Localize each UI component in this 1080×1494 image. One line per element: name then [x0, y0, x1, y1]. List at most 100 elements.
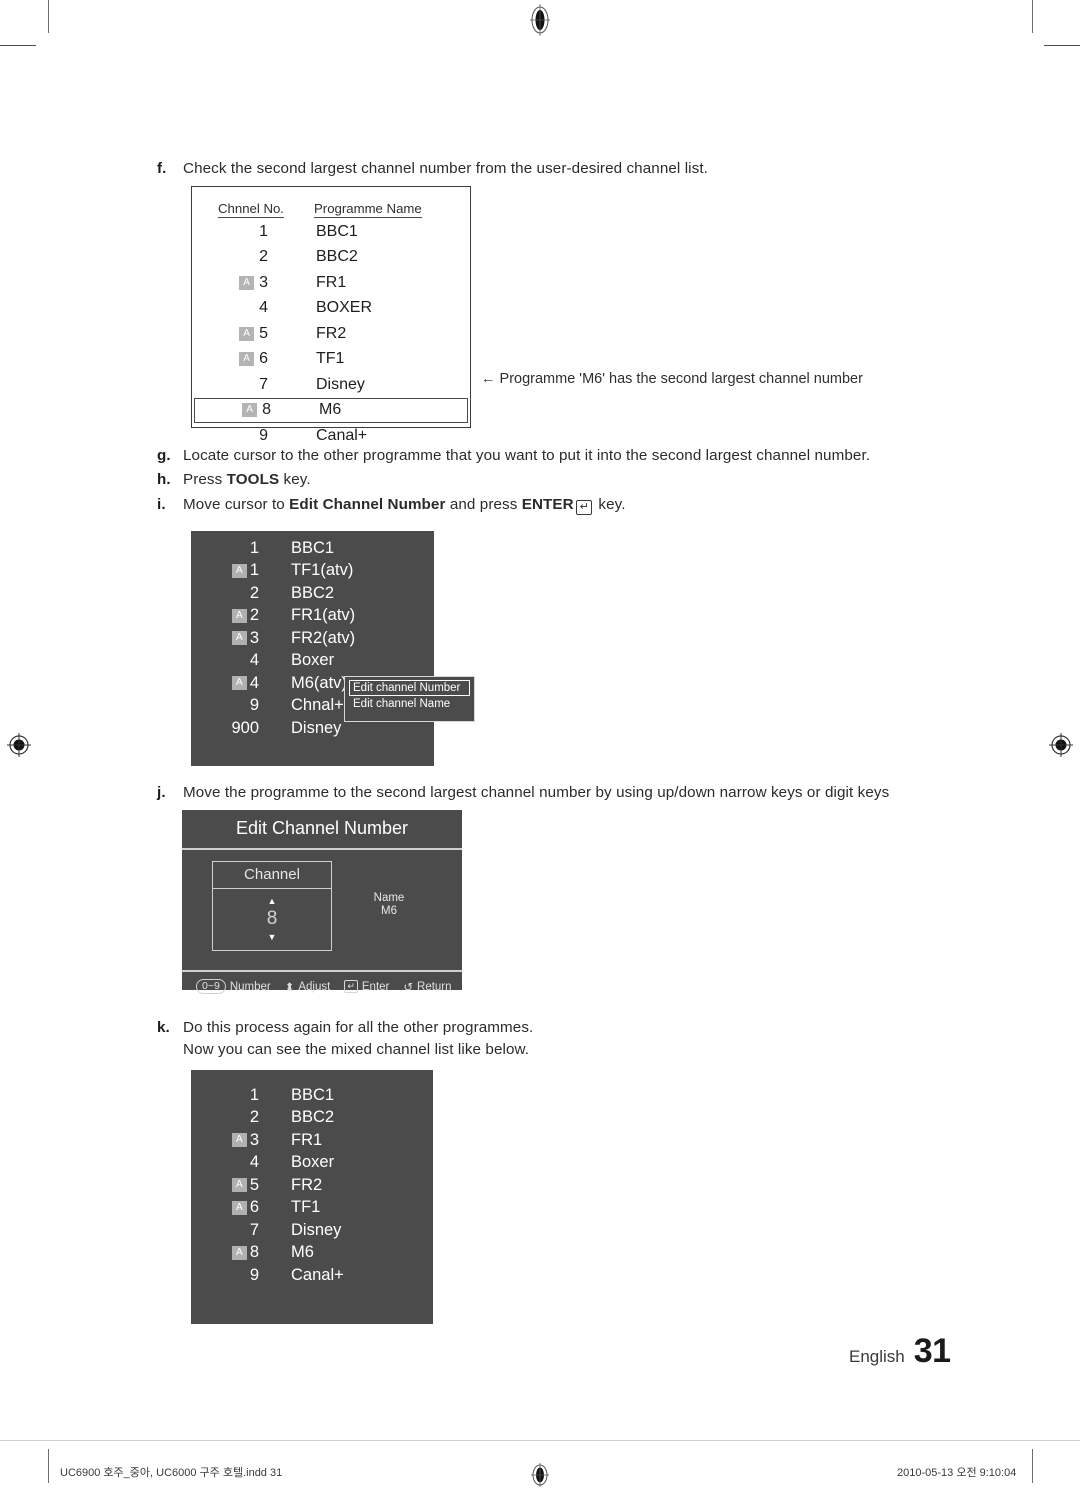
list-item[interactable]: 1 BBC1 [191, 1084, 433, 1107]
annotation-m6: ← Programme 'M6' has the second largest … [481, 371, 863, 387]
channel-number: 9 [249, 1265, 259, 1284]
analogue-badge-icon: A [231, 1133, 247, 1148]
step-j: j. Move the programme to the second larg… [157, 782, 947, 804]
crop-mark-top-right [1032, 0, 1033, 33]
hint-return-label: Return [417, 980, 452, 993]
analogue-badge-icon: A [231, 676, 247, 691]
cell-channel-no: 2 [192, 248, 310, 266]
cell-channel-no: A8 [191, 1243, 263, 1262]
channel-number-value[interactable]: 8 [213, 907, 331, 931]
page-number: 31 [913, 1332, 951, 1370]
enter-key-icon: ↵ [575, 500, 593, 515]
list-item[interactable]: A 1 TF1(atv) [191, 560, 434, 583]
cell-programme-name: FR2 [316, 324, 347, 342]
spinner-down-arrow-icon[interactable]: ▼ [213, 931, 331, 943]
enter-key-icon-footer: ↵ [344, 980, 358, 993]
cell-channel-no: 4 [191, 1153, 263, 1172]
channel-number: 3 [259, 273, 268, 291]
cell-programme-name: BBC2 [291, 583, 335, 602]
badge-spacer [232, 1111, 247, 1125]
cell-programme-name: BBC1 [291, 1085, 335, 1104]
list-item[interactable]: A 6 TF1 [191, 1197, 433, 1220]
list-item[interactable]: A 5 FR2 [191, 1174, 433, 1197]
spinner-up-arrow-icon[interactable]: ▲ [213, 895, 331, 907]
badge-spacer [213, 721, 228, 735]
cell-programme-name: FR2(atv) [291, 628, 356, 647]
cell-programme-name: FR1 [291, 1130, 323, 1149]
imprint-rule [0, 1440, 1080, 1441]
channel-number: 2 [259, 248, 268, 266]
step-h-marker: h. [157, 471, 171, 488]
step-h-text: Press TOOLS key. [183, 469, 311, 491]
list-item[interactable]: 1 BBC1 [191, 537, 434, 560]
list-item[interactable]: 2 BBC2 [191, 582, 434, 605]
context-menu-items: Edit channel Number Edit channel Name [349, 680, 470, 712]
step-h-text-after: key. [279, 471, 311, 488]
edit-channel-number-label: Edit Channel Number [289, 496, 446, 513]
analogue-badge-icon: A [231, 563, 247, 578]
channel-number: 900 [231, 718, 259, 737]
channel-spinner[interactable]: Channel ▲ 8 ▼ [212, 861, 332, 951]
cell-programme-name: M6 [319, 401, 342, 419]
list-item[interactable]: 4 Boxer [191, 650, 434, 673]
cell-channel-no: A2 [191, 606, 263, 625]
channel-number: 4 [249, 651, 259, 670]
hint-enter-label: Enter [361, 980, 390, 993]
cell-channel-no: A6 [191, 1198, 263, 1217]
channel-spinner-control[interactable]: ▲ 8 ▼ [213, 889, 331, 950]
cell-programme-name: BBC2 [316, 248, 358, 266]
channel-number: 4 [249, 1153, 259, 1172]
badge-spacer [232, 654, 247, 668]
step-i-marker: i. [157, 496, 166, 513]
registration-target-top [530, 4, 550, 36]
badge-spacer [239, 378, 254, 392]
hint-enter: ↵ Enter [344, 980, 389, 993]
channel-number: 3 [249, 628, 259, 647]
crop-mark-bottom-right [1032, 1449, 1033, 1483]
channel-number: 8 [262, 401, 271, 419]
cell-programme-name: M6 [291, 1243, 314, 1262]
hint-return: ↺ Return [403, 980, 451, 994]
menu-item[interactable]: Edit channel Name [349, 696, 470, 712]
table-row: A 6 TF1 [192, 347, 470, 373]
hint-number: 0~9 Number [196, 979, 271, 994]
badge-spacer [232, 1088, 247, 1102]
channel-number: 8 [249, 1243, 259, 1262]
step-k-text: Do this process again for all the other … [183, 1019, 534, 1058]
list-item[interactable]: A 3 FR2(atv) [191, 627, 434, 650]
cell-programme-name: TF1 [291, 1198, 321, 1217]
enter-key-label: ENTER [521, 496, 574, 513]
list-item[interactable]: 9 Canal+ [191, 1264, 433, 1287]
list-item[interactable]: 7 Disney [191, 1219, 433, 1242]
tools-context-menu[interactable]: Edit channel Number Edit channel Name [344, 676, 475, 722]
list-item[interactable]: A 3 FR1 [191, 1129, 433, 1152]
crop-mark-bottom-left [48, 1449, 49, 1483]
step-i-text-mid: and press [445, 496, 522, 513]
list-item[interactable]: 4 Boxer [191, 1152, 433, 1175]
dialog-footer-hints: 0~9 Number ⬍ Adjust ↵ Enter ↺ Return [182, 970, 462, 1003]
step-i-text: Move cursor to Edit Channel Number and p… [183, 494, 626, 516]
menu-item[interactable]: Edit channel Number [349, 680, 470, 696]
channel-number: 9 [259, 426, 268, 444]
badge-spacer [232, 586, 247, 600]
programme-name-label: Name [373, 892, 405, 904]
cell-channel-no: A3 [191, 1131, 263, 1150]
step-g-text: Locate cursor to the other programme tha… [183, 447, 871, 464]
crop-mark-left-upper [0, 45, 36, 46]
step-k: k. Do this process again for all the oth… [157, 1017, 857, 1060]
cell-channel-no: A5 [191, 1176, 263, 1195]
header-programme-name: Programme Name [314, 201, 422, 218]
cell-programme-name: FR1 [316, 273, 347, 291]
analogue-badge-icon: A [231, 1200, 247, 1215]
cell-channel-no: 2 [191, 584, 263, 603]
list-item[interactable]: A 2 FR1(atv) [191, 605, 434, 628]
cell-programme-name: TF1 [316, 350, 345, 368]
badge-spacer [239, 301, 254, 315]
list-item[interactable]: 2 BBC2 [191, 1107, 433, 1130]
step-h-text-before: Press [183, 471, 227, 488]
updown-arrow-icon: ⬍ [284, 981, 295, 994]
badge-spacer [232, 699, 247, 713]
cell-channel-no: A3 [191, 629, 263, 648]
list-item[interactable]: A 8 M6 [191, 1242, 433, 1265]
badge-spacer [232, 1156, 247, 1170]
